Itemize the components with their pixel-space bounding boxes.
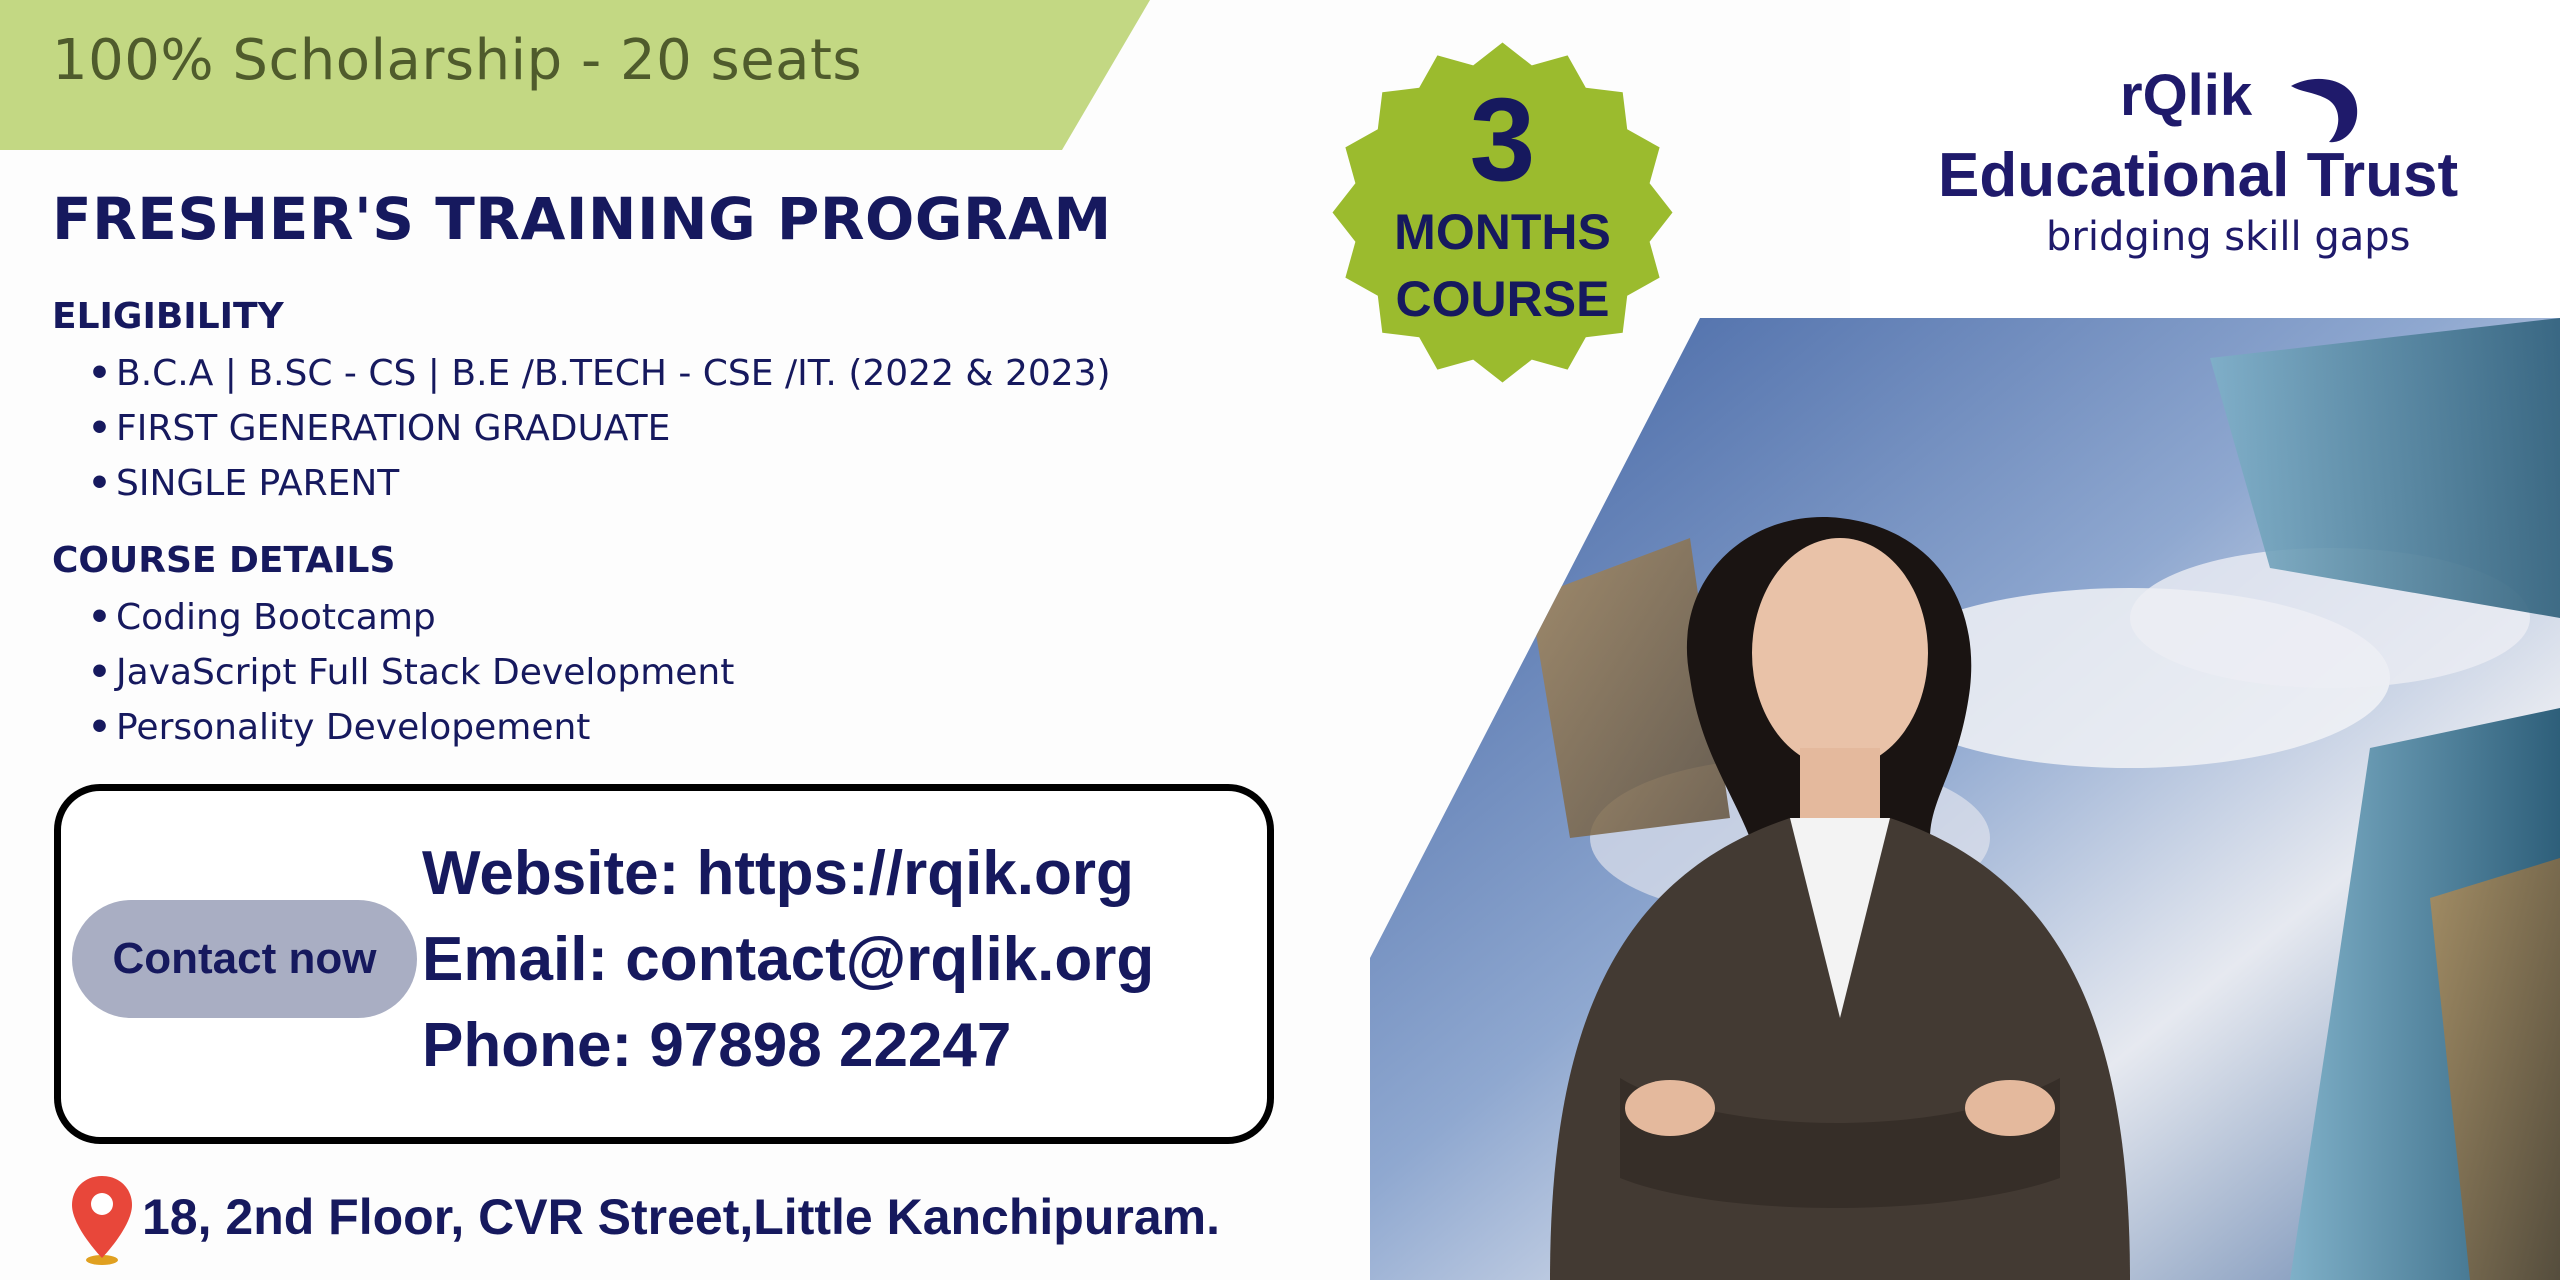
list-item: • B.C.A | B.SC - CS | B.E /B.TECH - CSE /… [88,353,1111,394]
email-text[interactable]: Email: contact@rqlik.org [422,924,1154,995]
scholarship-text: 100% Scholarship - 20 seats [52,28,863,93]
eligibility-list: • B.C.A | B.SC - CS | B.E /B.TECH - CSE /… [88,346,1111,511]
contact-now-button[interactable]: Contact now [72,900,417,1018]
logo-brand: rQlik [2120,63,2253,128]
list-item: • FIRST GENERATION GRADUATE [88,408,671,449]
list-item: • SINGLE PARENT [88,463,400,504]
list-item: • Personality Developement [88,707,591,748]
program-title: FRESHER'S TRAINING PROGRAM [52,185,1112,253]
list-item: • Coding Bootcamp [88,597,436,638]
eligibility-heading: ELIGIBILITY [52,296,284,337]
logo-swoosh-icon [2291,78,2358,143]
logo-tagline: bridging skill gaps [2046,214,2411,260]
website-text[interactable]: Website: https://rqik.org [422,838,1134,909]
location-pin-icon [72,1176,132,1265]
badge-months: MONTHS [1394,204,1611,260]
logo-name: Educational Trust [1938,141,2459,210]
phone-text[interactable]: Phone: 97898 22247 [422,1010,1011,1081]
course-details-heading: COURSE DETAILS [52,540,396,581]
address-text: 18, 2nd Floor, CVR Street,Little Kanchip… [142,1189,1220,1245]
badge-number: 3 [1469,74,1536,206]
hero-photo [1370,318,2560,1280]
list-item: • JavaScript Full Stack Development [88,652,735,693]
course-details-list: • Coding Bootcamp • JavaScript Full Stack … [88,590,734,755]
